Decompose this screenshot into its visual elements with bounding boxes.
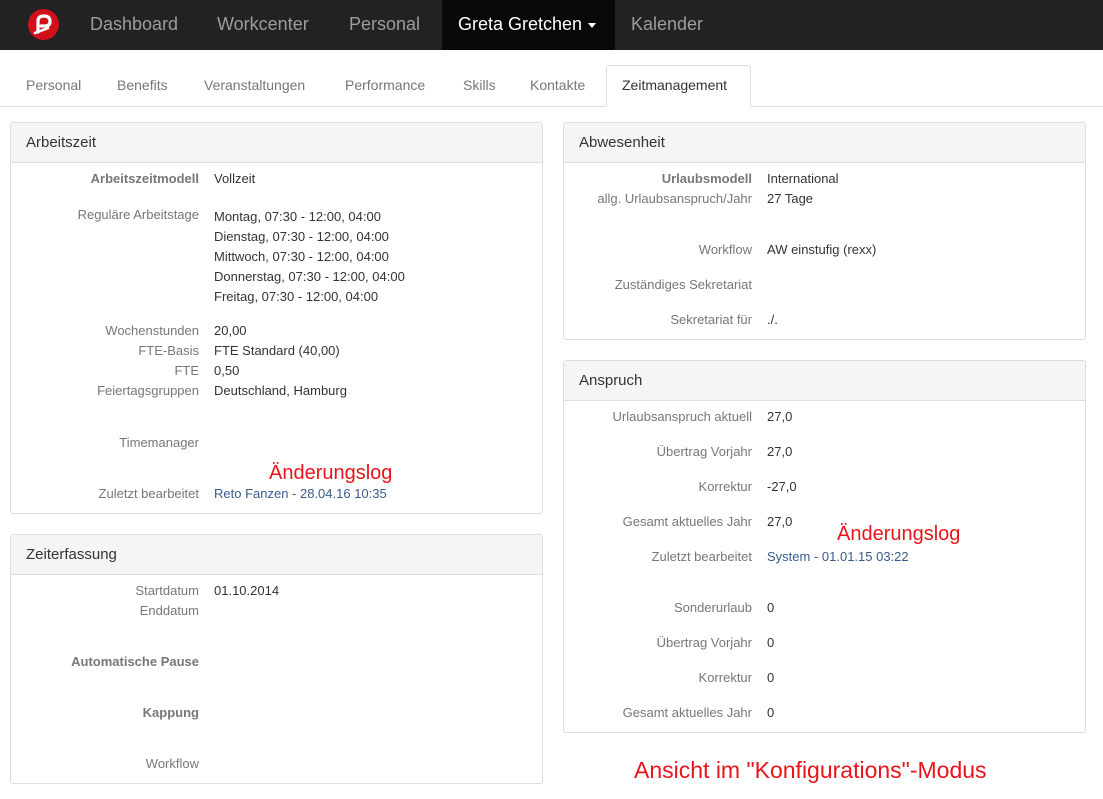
label-urlaubsanspruch-jahr: allg. Urlaubsanspruch/Jahr xyxy=(597,191,752,206)
annotation-change-log: Änderungslog xyxy=(837,523,961,545)
nav-user-menu[interactable]: Greta Gretchen xyxy=(442,0,615,50)
brand-logo-icon[interactable] xyxy=(28,9,59,40)
value-wochenstunden: 20,00 xyxy=(214,323,247,338)
arbeitstag-item: Donnerstag, 07:30 - 12:00, 04:00 xyxy=(214,269,405,284)
label-uebertrag-vorjahr-sonder: Übertrag Vorjahr xyxy=(656,635,752,650)
label-gesamt-jahr: Gesamt aktuelles Jahr xyxy=(622,514,752,529)
value-uebertrag-vorjahr: 27,0 xyxy=(767,444,793,459)
label-zuletzt-bearbeitet: Zuletzt bearbeitet xyxy=(98,486,199,501)
label-feiertagsgruppen: Feiertagsgruppen xyxy=(97,383,199,398)
label-korrektur: Korrektur xyxy=(698,479,752,494)
value-korrektur-sonder: 0 xyxy=(767,670,775,685)
value-sekretariat-fuer: ./. xyxy=(767,312,778,327)
value-sonderurlaub: 0 xyxy=(767,600,775,615)
arbeitstag-item: Mittwoch, 07:30 - 12:00, 04:00 xyxy=(214,249,389,264)
panel-title: Zeiterfassung xyxy=(11,535,542,575)
arbeitstag-item: Dienstag, 07:30 - 12:00, 04:00 xyxy=(214,229,389,244)
value-workflow: AW einstufig (rexx) xyxy=(767,242,877,257)
label-kappung: Kappung xyxy=(142,705,199,720)
change-log-link[interactable]: System - 01.01.15 03:22 xyxy=(767,549,909,564)
panel-arbeitszeit: Arbeitszeit Arbeitszeitmodell Vollzeit R… xyxy=(10,122,543,514)
nav-workcenter[interactable]: Workcenter xyxy=(201,0,325,50)
caret-down-icon xyxy=(588,22,597,28)
nav-kalender[interactable]: Kalender xyxy=(615,0,719,50)
tab-kontakte[interactable]: Kontakte xyxy=(515,66,600,106)
label-startdatum: Startdatum xyxy=(135,583,199,598)
nav-dashboard[interactable]: Dashboard xyxy=(74,0,194,50)
tab-benefits[interactable]: Benefits xyxy=(102,66,183,106)
value-gesamt-jahr: 27,0 xyxy=(767,514,793,529)
tab-skills[interactable]: Skills xyxy=(448,66,511,106)
tab-bar: Personal Benefits Veranstaltungen Perfor… xyxy=(0,50,1103,107)
nav-personal[interactable]: Personal xyxy=(333,0,436,50)
panel-title: Anspruch xyxy=(564,361,1085,401)
label-sonderurlaub: Sonderurlaub xyxy=(673,600,752,615)
label-workflow: Workflow xyxy=(145,756,199,771)
panel-title: Arbeitszeit xyxy=(11,123,542,163)
label-enddatum: Enddatum xyxy=(139,603,199,618)
label-timemanager: Timemanager xyxy=(119,435,199,450)
tab-personal[interactable]: Personal xyxy=(11,66,96,106)
label-urlaubsanspruch-aktuell: Urlaubsanspruch aktuell xyxy=(612,409,752,424)
label-uebertrag-vorjahr: Übertrag Vorjahr xyxy=(656,444,752,459)
value-startdatum: 01.10.2014 xyxy=(214,583,280,598)
label-sekretariat-fuer: Sekretariat für xyxy=(670,312,752,327)
label-gesamt-jahr-sonder: Gesamt aktuelles Jahr xyxy=(622,705,752,720)
value-fte: 0,50 xyxy=(214,363,240,378)
value-feiertagsgruppen: Deutschland, Hamburg xyxy=(214,383,347,398)
value-urlaubsanspruch-aktuell: 27,0 xyxy=(767,409,793,424)
annotation-change-log: Änderungslog xyxy=(269,462,393,484)
tab-performance[interactable]: Performance xyxy=(330,66,440,106)
label-workflow: Workflow xyxy=(698,242,752,257)
arbeitstag-item: Montag, 07:30 - 12:00, 04:00 xyxy=(214,209,381,224)
change-log-link[interactable]: Reto Fanzen - 28.04.16 10:35 xyxy=(214,486,387,501)
label-sekretariat: Zuständiges Sekretariat xyxy=(614,277,752,292)
value-arbeitszeitmodell: Vollzeit xyxy=(214,171,256,186)
label-fte-basis: FTE-Basis xyxy=(138,343,199,358)
panel-anspruch: Anspruch Urlaubsanspruch aktuell 27,0 Üb… xyxy=(563,360,1086,733)
arbeitstag-item: Freitag, 07:30 - 12:00, 04:00 xyxy=(214,289,379,304)
panel-abwesenheit: Abwesenheit Urlaubsmodell International … xyxy=(563,122,1086,340)
value-urlaubsanspruch-jahr: 27 Tage xyxy=(767,191,814,206)
tab-veranstaltungen[interactable]: Veranstaltungen xyxy=(189,66,320,106)
label-automatische-pause: Automatische Pause xyxy=(71,654,199,669)
label-wochenstunden: Wochenstunden xyxy=(105,323,199,338)
panel-title: Abwesenheit xyxy=(564,123,1085,163)
label-fte: FTE xyxy=(174,363,199,378)
label-urlaubsmodell: Urlaubsmodell xyxy=(661,171,752,186)
annotation-config-mode: Ansicht im "Konfigurations"-Modus xyxy=(634,757,987,783)
value-fte-basis: FTE Standard (40,00) xyxy=(214,343,340,358)
user-name: Greta Gretchen xyxy=(458,14,583,34)
label-arbeitstage: Reguläre Arbeitstage xyxy=(77,207,199,222)
label-korrektur-sonder: Korrektur xyxy=(698,670,752,685)
value-urlaubsmodell: International xyxy=(767,171,839,186)
label-zuletzt-bearbeitet: Zuletzt bearbeitet xyxy=(651,549,752,564)
value-korrektur: -27,0 xyxy=(767,479,797,494)
tab-zeitmanagement[interactable]: Zeitmanagement xyxy=(606,65,751,107)
label-arbeitszeitmodell: Arbeitszeitmodell xyxy=(90,171,199,186)
top-navbar: Dashboard Workcenter Personal Greta Gret… xyxy=(0,0,1103,50)
value-uebertrag-vorjahr-sonder: 0 xyxy=(767,635,775,650)
panel-zeiterfassung: Zeiterfassung Startdatum 01.10.2014 Endd… xyxy=(10,534,543,784)
value-arbeitstage: Montag, 07:30 - 12:00, 04:00 Dienstag, 0… xyxy=(214,207,405,307)
value-gesamt-jahr-sonder: 0 xyxy=(767,705,775,720)
